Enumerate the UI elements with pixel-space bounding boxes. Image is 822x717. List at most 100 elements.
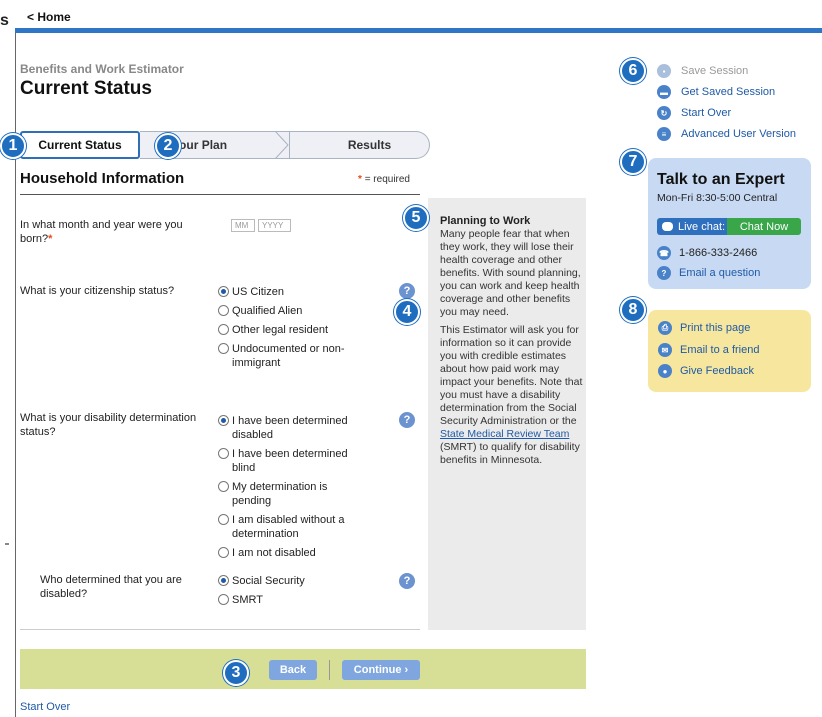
live-chat-text: Live chat:: [678, 220, 726, 233]
start-over-side-link[interactable]: ↻ Start Over: [657, 106, 731, 120]
radio-label: Qualified Alien: [232, 305, 303, 317]
smrt-link[interactable]: State Medical Review Team: [440, 428, 569, 440]
radio-option[interactable]: Social Security: [218, 574, 368, 588]
radio-button[interactable]: [218, 547, 229, 558]
citizenship-options: US Citizen Qualified Alien Other legal r…: [218, 285, 368, 375]
info-paragraph: This Estimator will ask you for informat…: [440, 324, 586, 467]
citizenship-question-label: What is your citizenship status?: [20, 285, 175, 297]
get-saved-session-label: Get Saved Session: [681, 86, 776, 98]
radio-option[interactable]: My determination is pending: [218, 480, 368, 508]
radio-label: I am not disabled: [232, 547, 316, 559]
clipped-left-edge: s: [0, 0, 14, 717]
question-icon: ?: [657, 266, 671, 280]
birth-question-label: In what month and year were you born?*: [20, 218, 200, 246]
help-icon[interactable]: ?: [399, 283, 415, 299]
radio-button[interactable]: [218, 514, 229, 525]
birth-question-text: In what month and year were you born?: [20, 219, 183, 245]
print-label: Print this page: [680, 322, 751, 334]
radio-option[interactable]: I am not disabled: [218, 546, 368, 560]
phone-number: 1-866-333-2466: [679, 247, 758, 259]
info-text: This Estimator will ask you for informat…: [440, 324, 583, 427]
email-question-link[interactable]: ? Email a question: [657, 266, 760, 280]
chat-bubble-icon: [662, 222, 673, 231]
radio-option[interactable]: I have been determined disabled: [218, 414, 368, 442]
email-friend-label: Email to a friend: [680, 344, 760, 356]
radio-option[interactable]: I am disabled without a determination: [218, 513, 368, 541]
email-friend-link[interactable]: ✉ Email to a friend: [658, 343, 759, 357]
required-note: * = required: [358, 174, 410, 185]
callout-badge-4: 4: [394, 299, 420, 325]
form-divider: [20, 629, 420, 630]
envelope-icon: ✉: [658, 343, 672, 357]
radio-option[interactable]: Qualified Alien: [218, 304, 368, 318]
radio-label: US Citizen: [232, 286, 284, 298]
birth-month-field[interactable]: MM: [231, 219, 255, 232]
radio-option[interactable]: I have been determined blind: [218, 447, 368, 475]
email-question-label: Email a question: [679, 267, 761, 279]
radio-label: SMRT: [232, 594, 263, 606]
radio-label: Other legal resident: [232, 324, 328, 336]
birth-year-field[interactable]: YYYY: [258, 219, 291, 232]
start-over-link[interactable]: Start Over: [20, 701, 70, 713]
step-label: Results: [347, 138, 392, 152]
info-text: (SMRT) to qualify for disability benefit…: [440, 441, 580, 466]
save-session-link[interactable]: ▪ Save Session: [657, 64, 748, 78]
refresh-icon: ↻: [657, 106, 671, 120]
help-icon[interactable]: ?: [399, 412, 415, 428]
radio-option[interactable]: Undocumented or non-immigrant: [218, 342, 368, 370]
save-icon: ▪: [657, 64, 671, 78]
back-button[interactable]: Back: [269, 660, 317, 680]
callout-badge-2: 2: [155, 133, 181, 159]
required-note-text: = required: [364, 174, 410, 185]
help-icon[interactable]: ?: [399, 573, 415, 589]
radio-label: Undocumented or non-immigrant: [232, 343, 345, 369]
radio-button[interactable]: [218, 448, 229, 459]
phone-icon: ☎: [657, 246, 671, 260]
share-panel: ⎙ Print this page ✉ Email to a friend ● Giv…: [648, 310, 811, 392]
top-bar: < Home: [15, 5, 822, 33]
start-over-side-label: Start Over: [681, 107, 732, 119]
expert-hours: Mon-Fri 8:30-5:00 Central: [657, 192, 778, 204]
advanced-user-version-link[interactable]: ≡ Advanced User Version: [657, 127, 796, 141]
radio-label: My determination is pending: [232, 481, 328, 507]
home-link[interactable]: < Home: [27, 10, 71, 24]
phone-row: ☎ 1-866-333-2466: [657, 246, 757, 260]
live-chat-label: Live chat:: [657, 218, 727, 235]
radio-button[interactable]: [218, 415, 229, 426]
callout-badge-1: 1: [0, 133, 26, 159]
step-current-status[interactable]: Current Status: [20, 131, 140, 159]
print-icon: ⎙: [658, 321, 672, 335]
give-feedback-link[interactable]: ● Give Feedback: [658, 364, 754, 378]
radio-option[interactable]: SMRT: [218, 593, 368, 607]
disability-options: I have been determined disabled I have b…: [218, 414, 368, 565]
disability-question-label: What is your disability determination st…: [20, 412, 197, 438]
advanced-user-version-label: Advanced User Version: [681, 128, 796, 140]
radio-option[interactable]: US Citizen: [218, 285, 368, 299]
speech-bubble-icon: ●: [658, 364, 672, 378]
radio-label: Social Security: [232, 575, 305, 587]
continue-button[interactable]: Continue ›: [342, 660, 420, 680]
radio-button[interactable]: [218, 305, 229, 316]
radio-button[interactable]: [218, 594, 229, 605]
radio-button[interactable]: [218, 343, 229, 354]
save-session-label: Save Session: [681, 65, 749, 77]
step-label: Current Status: [38, 138, 122, 152]
step-results[interactable]: Results: [290, 131, 430, 159]
determiner-options: Social Security SMRT: [218, 574, 368, 612]
section-title: Household Information: [20, 170, 185, 187]
radio-button[interactable]: [218, 481, 229, 492]
callout-badge-6: 6: [620, 58, 646, 84]
get-saved-session-link[interactable]: ▬ Get Saved Session: [657, 85, 775, 99]
live-chat-bar: Live chat: Chat Now: [657, 218, 801, 235]
radio-button[interactable]: [218, 286, 229, 297]
callout-badge-7: 7: [620, 149, 646, 175]
expert-title: Talk to an Expert: [657, 171, 785, 188]
step-progress: Results Your Plan Current Status: [20, 131, 430, 159]
clipped-mark: [5, 543, 9, 545]
radio-button[interactable]: [218, 575, 229, 586]
section-divider: [20, 194, 420, 195]
radio-button[interactable]: [218, 324, 229, 335]
chat-now-button[interactable]: Chat Now: [727, 218, 801, 235]
print-page-link[interactable]: ⎙ Print this page: [658, 321, 750, 335]
radio-option[interactable]: Other legal resident: [218, 323, 368, 337]
